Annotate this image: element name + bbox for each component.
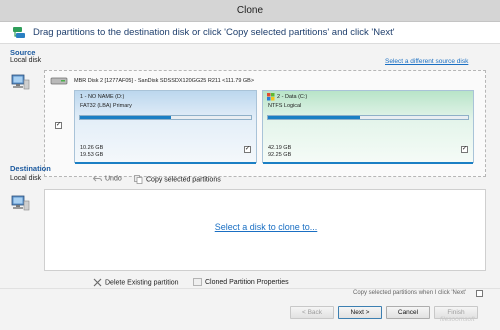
cloned-properties-label: Cloned Partition Properties <box>205 278 289 286</box>
copy-selected-label: Copy selected partitions <box>146 176 221 184</box>
destination-title: Destination <box>10 164 51 173</box>
cancel-button[interactable]: Cancel <box>386 306 430 319</box>
delete-icon <box>93 278 102 287</box>
partition-1-usage-fill <box>80 116 171 119</box>
partition-2-usage-bar <box>267 115 469 120</box>
clone-window: Drag partitions to the destination disk … <box>0 22 500 330</box>
footer-divider <box>0 288 500 289</box>
partition-2-underline <box>263 162 473 164</box>
undo-button[interactable]: Undo <box>93 175 122 182</box>
instruction-header: Drag partitions to the destination disk … <box>0 22 500 44</box>
back-button[interactable]: < Back <box>290 306 334 319</box>
destination-disk-panel[interactable]: Select a disk to clone to... <box>44 189 486 271</box>
select-source-disk-link[interactable]: Select a different source disk <box>385 58 468 65</box>
instruction-text: Drag partitions to the destination disk … <box>33 27 395 38</box>
source-title: Source <box>10 48 36 57</box>
watermark: filesoomsoft <box>440 316 475 323</box>
source-disk-description: MBR Disk 2 [1277AF05] - SanDisk SDSSDX12… <box>74 78 255 84</box>
partition-2-total: 92.25 GB <box>268 152 292 158</box>
properties-icon <box>193 278 202 286</box>
window-title: Clone <box>0 0 500 22</box>
delete-existing-label: Delete Existing partition <box>105 279 179 287</box>
destination-subtitle: Local disk <box>10 175 42 182</box>
copy-on-next-checkbox[interactable] <box>476 290 483 297</box>
partition-2-block[interactable]: 2 - Data (C:) NTFS Logical 42.19 GB 92.2… <box>262 90 474 164</box>
partition-2-used: 42.19 GB <box>268 145 292 151</box>
clone-wizard-icon <box>13 27 25 38</box>
hard-drive-icon <box>50 77 68 85</box>
destination-disk-icon <box>11 195 30 211</box>
copy-icon <box>134 175 143 184</box>
undo-label: Undo <box>105 175 122 183</box>
source-subtitle: Local disk <box>10 57 42 64</box>
partition-2-usage-fill <box>268 116 360 119</box>
local-disk-icon <box>11 74 30 90</box>
select-destination-disk-link[interactable]: Select a disk to clone to... <box>45 222 487 232</box>
partition-1-underline <box>75 162 256 164</box>
partition-1-usage-bar <box>79 115 252 120</box>
delete-existing-partition-button[interactable]: Delete Existing partition <box>93 278 179 287</box>
partition-1-total: 19.53 GB <box>80 152 104 158</box>
partition-1-used: 10.26 GB <box>80 145 104 151</box>
copy-selected-partitions-button[interactable]: Copy selected partitions <box>134 175 221 184</box>
cloned-partition-properties-button[interactable]: Cloned Partition Properties <box>193 278 289 286</box>
partition-1-name: 1 - NO NAME (D:) <box>80 94 125 100</box>
source-disk-checkbox[interactable]: ✓ <box>55 122 62 129</box>
next-button[interactable]: Next > <box>338 306 382 319</box>
partition-1-checkbox[interactable]: ✓ <box>244 146 251 153</box>
partition-1-block[interactable]: 1 - NO NAME (D:) FAT32 (LBA) Primary 10.… <box>74 90 257 164</box>
partition-2-name: 2 - Data (C:) <box>277 94 308 100</box>
partition-2-checkbox[interactable]: ✓ <box>461 146 468 153</box>
copy-on-next-notice: Copy selected partitions when I click 'N… <box>353 290 467 296</box>
windows-logo-icon <box>267 93 275 101</box>
partition-1-filesystem: FAT32 (LBA) Primary <box>80 103 132 109</box>
undo-icon <box>93 175 102 182</box>
partition-2-filesystem: NTFS Logical <box>268 103 302 109</box>
